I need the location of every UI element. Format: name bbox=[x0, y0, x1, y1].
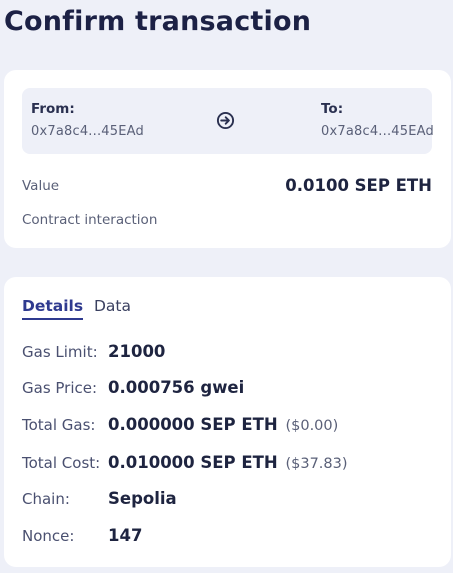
transaction-summary-card: From: 0x7a8c4...45EAd To: 0x7a8c4...45EA… bbox=[4, 70, 451, 248]
gas-price-label: Gas Price: bbox=[22, 379, 98, 397]
tab-details[interactable]: Details bbox=[22, 297, 84, 320]
from-address[interactable]: 0x7a8c4...45EAd bbox=[31, 124, 144, 139]
page-title: Confirm transaction bbox=[4, 6, 312, 37]
gas-limit-value: 21000 bbox=[108, 342, 166, 361]
total-cost-label: Total Cost: bbox=[22, 454, 101, 472]
nonce-value: 147 bbox=[108, 526, 143, 545]
gas-price-row: Gas Price: 0.000756 gwei bbox=[22, 377, 442, 401]
nonce-label: Nonce: bbox=[22, 527, 75, 545]
from-address-block: From: 0x7a8c4...45EAd bbox=[31, 101, 144, 139]
gas-price-value: 0.000756 gwei bbox=[108, 378, 245, 397]
to-address[interactable]: 0x7a8c4...45EAd bbox=[321, 124, 434, 139]
arrow-right-circle-icon bbox=[216, 111, 235, 130]
total-gas-label: Total Gas: bbox=[22, 416, 96, 434]
contract-interaction-label: Contract interaction bbox=[22, 212, 158, 228]
total-gas-value: 0.000000 SEP ETH bbox=[108, 415, 278, 434]
gas-limit-row: Gas Limit: 21000 bbox=[22, 341, 442, 365]
total-gas-fiat: ($0.00) bbox=[285, 418, 339, 434]
chain-value: Sepolia bbox=[108, 489, 177, 508]
address-box: From: 0x7a8c4...45EAd To: 0x7a8c4...45EA… bbox=[22, 88, 434, 154]
to-address-block: To: 0x7a8c4...45EAd bbox=[321, 101, 434, 139]
transaction-details-card: Details Data Gas Limit: 21000 Gas Price:… bbox=[4, 277, 451, 567]
total-gas-value-group: 0.000000 SEP ETH ($0.00) bbox=[108, 415, 338, 434]
total-gas-row: Total Gas: 0.000000 SEP ETH ($0.00) bbox=[22, 414, 442, 438]
total-cost-value-group: 0.010000 SEP ETH ($37.83) bbox=[108, 453, 348, 472]
gas-limit-label: Gas Limit: bbox=[22, 343, 98, 361]
nonce-row: Nonce: 147 bbox=[22, 525, 442, 549]
to-label: To: bbox=[321, 101, 344, 117]
value-label: Value bbox=[22, 178, 60, 194]
chain-label: Chain: bbox=[22, 490, 70, 508]
total-cost-value: 0.010000 SEP ETH bbox=[108, 453, 278, 472]
total-cost-fiat: ($37.83) bbox=[285, 456, 348, 472]
total-cost-row: Total Cost: 0.010000 SEP ETH ($37.83) bbox=[22, 452, 442, 476]
chain-row: Chain: Sepolia bbox=[22, 488, 442, 512]
value-amount: 0.0100 SEP ETH bbox=[285, 176, 432, 195]
tab-data[interactable]: Data bbox=[94, 297, 131, 315]
from-label: From: bbox=[31, 101, 75, 117]
